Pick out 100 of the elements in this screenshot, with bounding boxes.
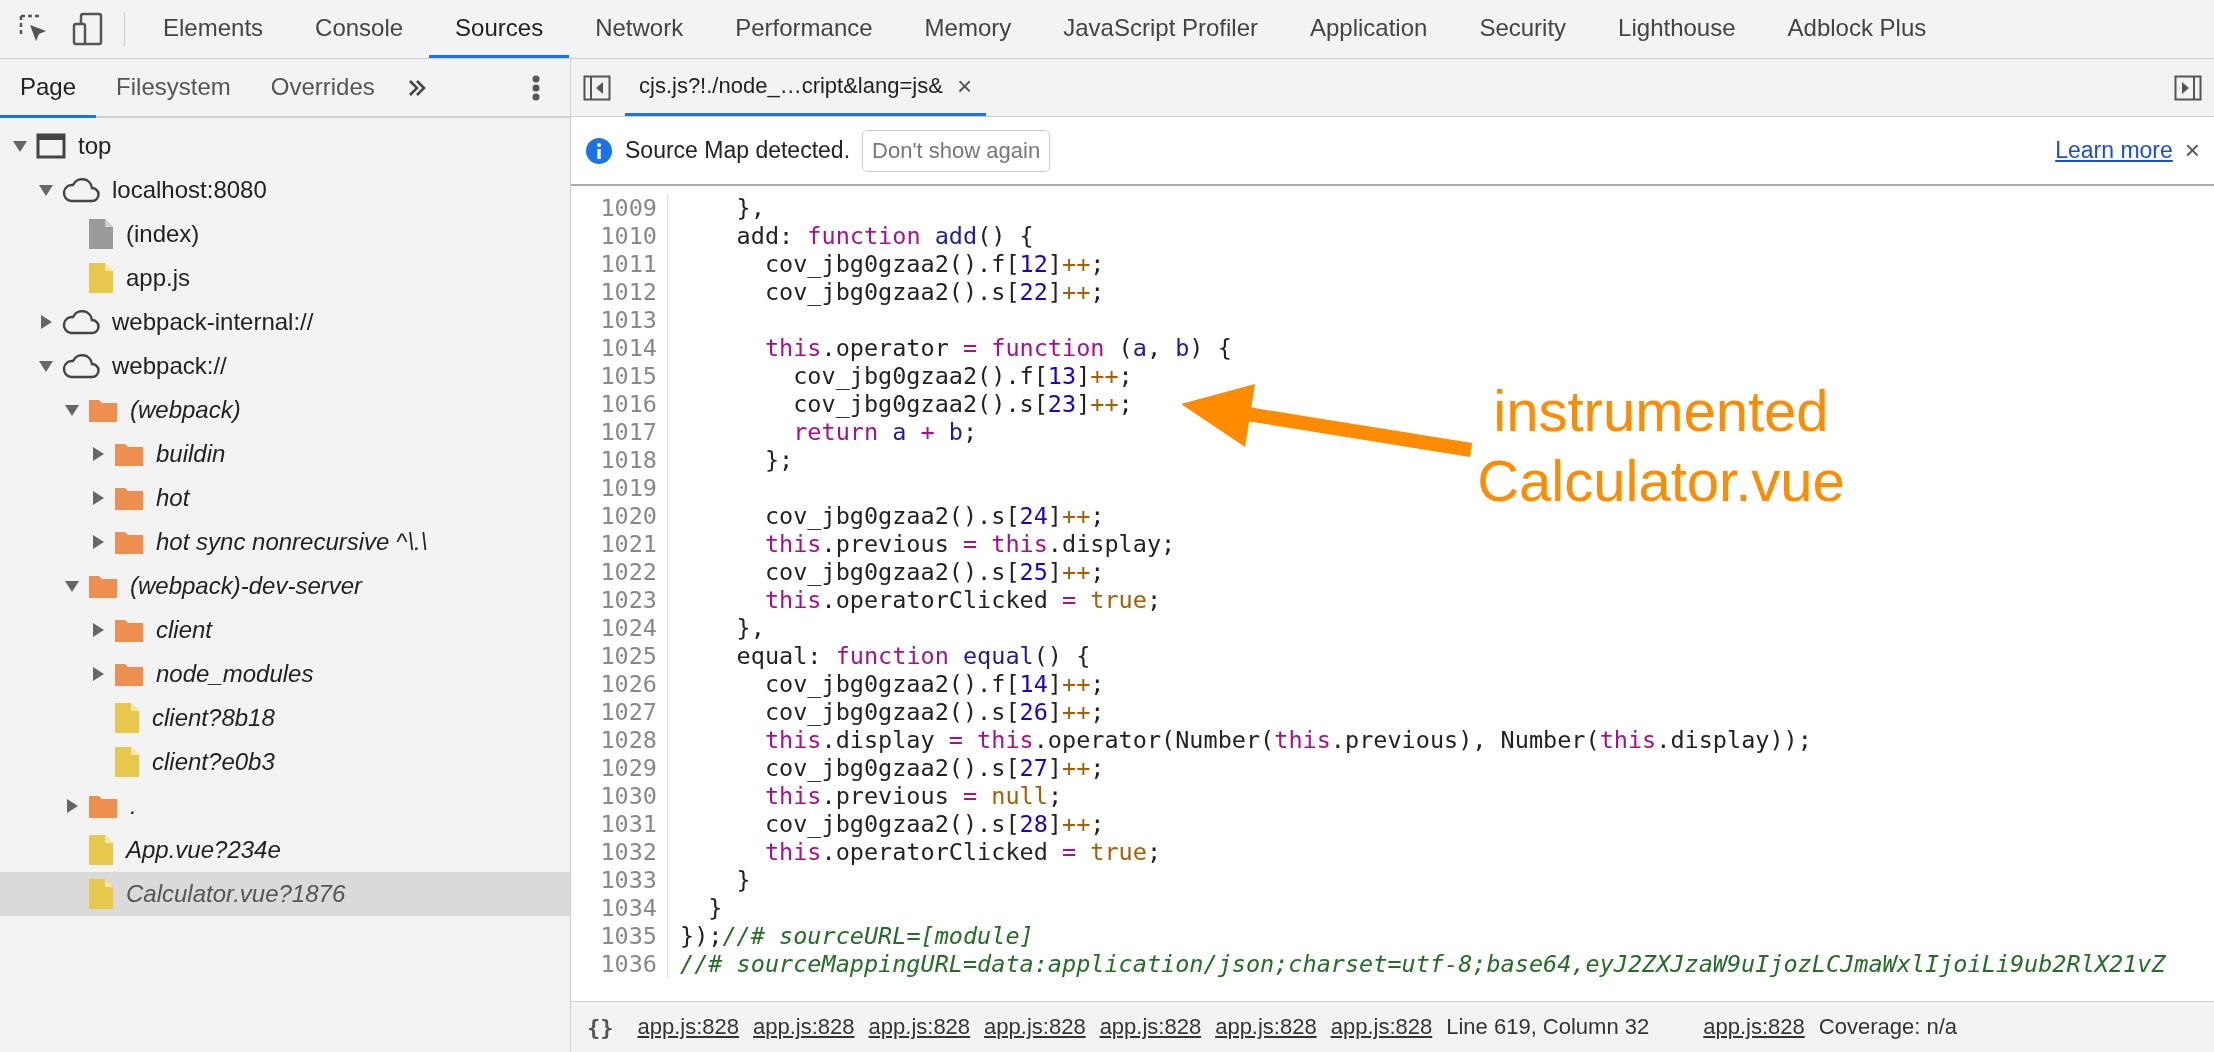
line-number: 1018	[571, 446, 668, 474]
tree-item[interactable]: node_modules	[0, 652, 570, 696]
code-line: cov_jbg0gzaa2().s[28]++;	[763, 810, 1105, 838]
cloud-icon	[62, 177, 100, 203]
expanded-arrow-icon[interactable]	[38, 182, 54, 198]
expanded-arrow-icon[interactable]	[64, 578, 80, 594]
tree-item[interactable]: client	[0, 608, 570, 652]
expanded-arrow-icon[interactable]	[64, 402, 80, 418]
panel-tab[interactable]: Performance	[709, 0, 899, 58]
folder-icon	[88, 397, 118, 423]
navigator-tab[interactable]: Overrides	[250, 59, 395, 118]
tree-item[interactable]: webpack-internal://	[0, 300, 570, 344]
tree-item[interactable]: (webpack)	[0, 388, 570, 432]
code-line: cov_jbg0gzaa2().s[25]++;	[763, 558, 1105, 586]
folder-icon	[114, 661, 144, 687]
close-infobar-button[interactable]: ×	[2184, 135, 2200, 166]
panel-tab[interactable]: Memory	[898, 0, 1038, 58]
line-number: 1020	[571, 502, 668, 530]
line-number: 1027	[571, 698, 668, 726]
line-number: 1017	[571, 418, 668, 446]
infobar-message: Source Map detected.	[625, 137, 851, 164]
tree-item[interactable]: webpack://	[0, 344, 570, 388]
line-number: 1028	[571, 726, 668, 754]
collapsed-arrow-icon[interactable]	[90, 534, 106, 550]
tree-item[interactable]: Calculator.vue?1876	[0, 872, 570, 916]
source-link[interactable]: app.js:828	[753, 1014, 855, 1040]
expanded-arrow-icon[interactable]	[38, 358, 54, 374]
source-link[interactable]: app.js:828	[1099, 1014, 1202, 1040]
panel-tab[interactable]: Security	[1453, 0, 1593, 58]
source-link[interactable]: app.js:828	[868, 1014, 971, 1040]
panel-tab[interactable]: Adblock Plus	[1761, 0, 1953, 58]
panel-tab[interactable]: Network	[569, 0, 710, 58]
line-number: 1015	[571, 362, 668, 390]
source-link[interactable]: app.js:828	[1703, 1014, 1805, 1040]
code-line: //# sourceMappingURL=data:application/json;charset=utf-8;base64,eyJ2ZXJzaW9uIjozLCJmaWxlIjoiLi9ub2RlX21vZ	[680, 950, 2166, 978]
folder-icon	[88, 793, 118, 819]
source-link[interactable]: app.js:828	[637, 1014, 740, 1040]
panel-tab[interactable]: JavaScript Profiler	[1037, 0, 1284, 58]
tree-item[interactable]: (webpack)-dev-server	[0, 564, 570, 608]
collapsed-arrow-icon[interactable]	[64, 798, 80, 814]
line-number: 1009	[571, 194, 668, 222]
toggle-sidebar-icon[interactable]	[583, 74, 611, 101]
source-link[interactable]: app.js:828	[984, 1014, 1086, 1040]
collapsed-arrow-icon[interactable]	[90, 622, 106, 638]
tree-item[interactable]: client?8b18	[0, 696, 570, 740]
collapsed-arrow-icon[interactable]	[38, 314, 54, 330]
script-file-icon	[88, 834, 114, 866]
pretty-print-button[interactable]: {}	[587, 1014, 614, 1040]
line-number: 1036	[571, 950, 668, 978]
line-number: 1024	[571, 614, 668, 642]
code-line: cov_jbg0gzaa2().f[13]++;	[792, 362, 1133, 390]
dont-show-again-button[interactable]: Don't show again	[862, 129, 1051, 172]
line-number: 1026	[571, 670, 668, 698]
expanded-arrow-icon[interactable]	[12, 138, 28, 154]
code-line: this.display = this.operator(Number(this.previous), Number(this.display));	[763, 726, 1812, 754]
line-number: 1022	[571, 558, 668, 586]
line-number: 1016	[571, 390, 668, 418]
code-line: cov_jbg0gzaa2().s[27]++;	[763, 754, 1105, 782]
navigator-tab[interactable]: Page	[0, 59, 97, 118]
tree-item[interactable]: localhost:8080	[0, 168, 570, 212]
tree-item[interactable]: hot	[0, 476, 570, 520]
panel-tab[interactable]: Console	[289, 0, 430, 58]
code-line: },	[735, 194, 765, 222]
panel-tab[interactable]: Elements	[137, 0, 290, 58]
navigator-tab[interactable]: Filesystem	[96, 59, 251, 118]
code-line: this.previous = null;	[763, 782, 1063, 810]
file-tab-label: cjs.js?!./node_…cript&lang=js&	[639, 73, 943, 99]
collapsed-arrow-icon[interactable]	[90, 490, 106, 506]
cloud-icon	[62, 309, 100, 335]
collapsed-arrow-icon[interactable]	[90, 446, 106, 462]
code-line: add: function add() {	[735, 222, 1034, 250]
tree-item[interactable]: hot sync nonrecursive ^\.\	[0, 520, 570, 564]
tree-item[interactable]: top	[0, 124, 570, 168]
tree-item[interactable]: client?e0b3	[0, 740, 570, 784]
more-options-icon[interactable]	[532, 74, 540, 101]
source-link[interactable]: app.js:828	[1330, 1014, 1433, 1040]
script-file-icon	[88, 262, 114, 294]
code-line: cov_jbg0gzaa2().s[26]++;	[763, 698, 1105, 726]
tree-item[interactable]: app.js	[0, 256, 570, 300]
code-line: cov_jbg0gzaa2().f[12]++;	[763, 250, 1105, 278]
tree-item[interactable]: buildin	[0, 432, 570, 476]
panel-tab[interactable]: Application	[1284, 0, 1454, 58]
tree-item[interactable]: App.vue?234e	[0, 828, 570, 872]
collapsed-arrow-icon[interactable]	[90, 666, 106, 682]
code-line: };	[763, 446, 794, 474]
line-number: 1031	[571, 810, 668, 838]
device-icon[interactable]	[72, 12, 104, 46]
tree-item[interactable]: .	[0, 784, 570, 828]
panel-tab[interactable]: Lighthouse	[1592, 0, 1762, 58]
code-line: }	[707, 894, 723, 922]
code-line: cov_jbg0gzaa2().s[22]++;	[763, 278, 1105, 306]
tree-item[interactable]: (index)	[0, 212, 570, 256]
chevrons-right-icon[interactable]	[406, 77, 427, 98]
toggle-debugger-icon[interactable]	[2174, 74, 2202, 101]
learn-more-link[interactable]: Learn more	[2055, 137, 2173, 164]
line-number: 1025	[571, 642, 668, 670]
close-tab-button[interactable]: ×	[956, 70, 973, 102]
line-number: 1035	[571, 922, 668, 950]
source-link[interactable]: app.js:828	[1215, 1014, 1317, 1040]
info-icon	[585, 136, 613, 165]
